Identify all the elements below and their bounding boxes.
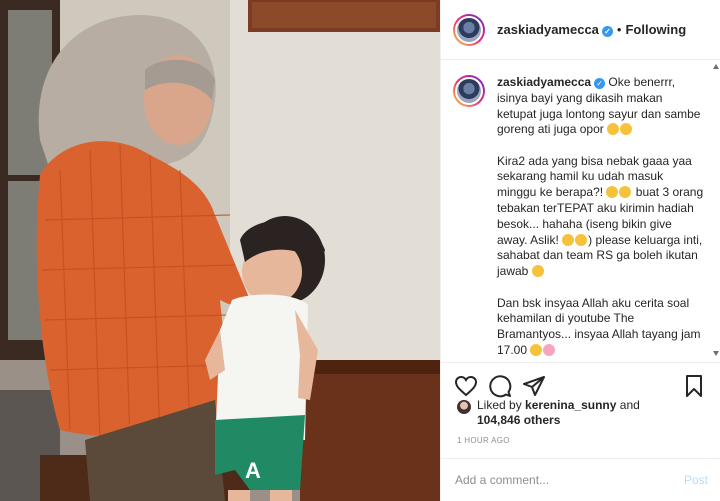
- post-sidebar: zaskiadyamecca ✓ • Following zaskiadyamec…: [440, 0, 720, 501]
- liker-avatar[interactable]: [457, 400, 471, 414]
- likes-conjunction: and: [619, 398, 640, 412]
- svg-text:A: A: [245, 458, 261, 483]
- laughing-emoji-icon: [607, 123, 620, 136]
- bookmark-icon[interactable]: [682, 374, 706, 398]
- following-button[interactable]: Following: [625, 22, 686, 37]
- grinning-emoji-icon: [619, 186, 632, 199]
- caption-username[interactable]: zaskiadyamecca: [497, 75, 591, 89]
- caption-paragraph-3: Dan bsk insyaa Allah aku cerita soal keh…: [497, 296, 704, 359]
- author-username[interactable]: zaskiadyamecca ✓: [497, 22, 613, 37]
- share-icon[interactable]: [522, 374, 546, 398]
- separator-dot: •: [616, 22, 622, 37]
- caption-paragraph-2: Kira2 ada yang bisa nebak gaaa yaa sekar…: [497, 154, 704, 280]
- grinning-emoji-icon: [562, 233, 575, 246]
- caption-text-5: Dan bsk insyaa Allah aku cerita soal keh…: [497, 295, 701, 357]
- caption-avatar[interactable]: [453, 75, 485, 107]
- post-header: zaskiadyamecca ✓ • Following: [441, 0, 720, 60]
- smile-emoji-icon: [530, 343, 543, 356]
- post-photo[interactable]: A: [0, 0, 440, 501]
- author-username-text[interactable]: zaskiadyamecca: [497, 22, 599, 37]
- likes-text: Liked by kerenina_sunny and 104,846 othe…: [477, 398, 640, 428]
- thinking-emoji-icon: [606, 186, 619, 199]
- comment-form: Post: [441, 458, 720, 501]
- astonished-emoji-icon: [531, 265, 544, 278]
- liker-username[interactable]: kerenina_sunny: [525, 398, 616, 412]
- heart-icon[interactable]: [454, 374, 478, 398]
- grinning-emoji-icon: [575, 233, 588, 246]
- likes-prefix: Liked by: [477, 398, 522, 412]
- caption-paragraph-1: zaskiadyamecca ✓ Oke benerrr, isinya bayi…: [497, 75, 704, 138]
- verified-badge-icon: ✓: [601, 26, 613, 37]
- likes-others-link[interactable]: 104,846 others: [477, 413, 560, 427]
- comment-input[interactable]: [455, 473, 684, 487]
- caption-text: zaskiadyamecca ✓ Oke benerrr, isinya bayi…: [497, 75, 704, 361]
- comment-icon[interactable]: [488, 374, 512, 398]
- author-avatar[interactable]: [453, 13, 485, 46]
- caption-area: zaskiadyamecca ✓ Oke benerrr, isinya bayi…: [441, 61, 720, 361]
- laughing-emoji-icon: [620, 123, 633, 136]
- post-timestamp[interactable]: 1 HOUR AGO: [457, 436, 510, 445]
- caption-scrollbar[interactable]: [713, 64, 719, 356]
- photo-illustration: A: [0, 0, 440, 501]
- likes-summary: Liked by kerenina_sunny and 104,846 othe…: [457, 398, 706, 428]
- caption-item: zaskiadyamecca ✓ Oke benerrr, isinya bayi…: [453, 75, 704, 361]
- post-comment-button[interactable]: Post: [684, 473, 708, 487]
- verified-badge-icon: ✓: [594, 78, 606, 89]
- flower-emoji-icon: [543, 343, 556, 356]
- action-bar: [441, 362, 720, 400]
